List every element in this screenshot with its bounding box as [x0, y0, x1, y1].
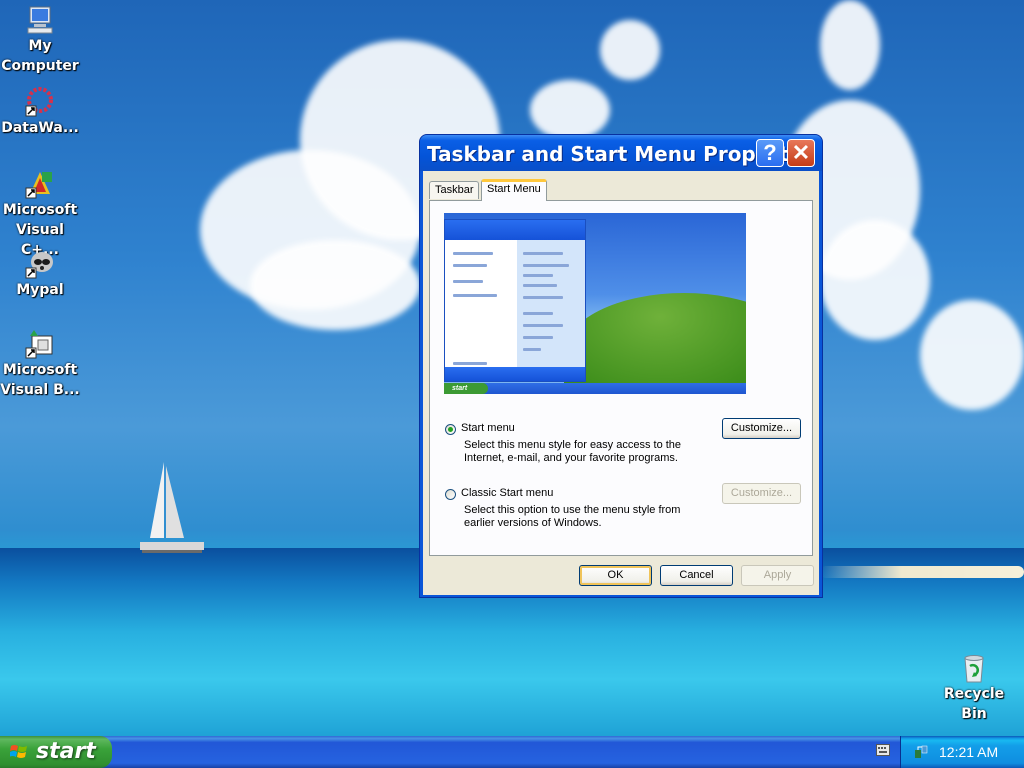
dialog-client-area: Taskbar Start Menu start Start menu Sele…	[423, 171, 819, 595]
desktop-icon-datawa[interactable]: DataWa...	[0, 86, 80, 138]
windows-flag-icon	[10, 745, 27, 758]
customize-start-menu-button[interactable]: Customize...	[722, 418, 801, 439]
computer-icon	[27, 6, 53, 34]
cloud	[600, 20, 660, 80]
desktop-icon-recycle-bin[interactable]: Recycle Bin	[934, 652, 1014, 724]
desktop-icon-label: Mypal	[16, 282, 64, 298]
desktop-icon-visual-cpp[interactable]: Microsoft Visual C+...	[0, 168, 80, 260]
preview-hill	[564, 293, 746, 394]
start-menu-radio[interactable]	[445, 424, 456, 435]
network-tray-icon[interactable]	[913, 744, 929, 760]
start-menu-description: Select this menu style for easy access t…	[464, 439, 682, 464]
start-button[interactable]: start	[0, 736, 112, 768]
horizon-island	[820, 566, 1024, 578]
title-bar[interactable]: Taskbar and Start Menu Propert... ? ✕	[420, 135, 822, 171]
help-icon: ?	[763, 140, 777, 165]
customize-classic-menu-button[interactable]: Customize...	[722, 483, 801, 504]
start-menu-radio-label[interactable]: Start menu	[461, 422, 515, 434]
sailboat-image	[140, 462, 204, 553]
cloud	[530, 80, 610, 140]
classic-start-menu-radio-label[interactable]: Classic Start menu	[461, 487, 553, 499]
preview-taskbar: start	[444, 383, 746, 394]
visual-basic-icon	[25, 330, 53, 359]
datawa-icon	[25, 87, 53, 117]
visual-cpp-icon	[25, 172, 52, 199]
cancel-button[interactable]: Cancel	[660, 565, 733, 586]
desktop-icon-label: My Computer	[1, 38, 79, 74]
taskbar-start-menu-properties-dialog[interactable]: Taskbar and Start Menu Propert... ? ✕ Ta…	[419, 134, 823, 598]
close-button[interactable]: ✕	[787, 139, 815, 167]
desktop-icon-visual-basic[interactable]: Microsoft Visual B...	[0, 328, 80, 400]
mypal-icon	[25, 252, 53, 279]
tab-taskbar[interactable]: Taskbar	[429, 181, 479, 199]
classic-start-menu-description: Select this option to use the menu style…	[464, 504, 681, 529]
start-menu-preview-image: start	[444, 213, 746, 394]
cloud	[250, 240, 420, 330]
system-tray: 12:21 AM	[900, 736, 1024, 768]
help-button[interactable]: ?	[756, 139, 784, 167]
cloud	[820, 220, 930, 340]
desktop-icon-label: DataWa...	[1, 120, 79, 136]
clock[interactable]: 12:21 AM	[939, 744, 998, 760]
start-label: start	[36, 739, 96, 764]
desktop-icon-label: Recycle Bin	[943, 686, 1005, 722]
cloud	[820, 0, 880, 90]
desktop-icon-my-computer[interactable]: My Computer	[0, 4, 80, 76]
recycle-bin-icon	[964, 655, 984, 683]
desktop-icon-label: Microsoft Visual B...	[0, 362, 80, 398]
preview-start-menu	[444, 219, 586, 382]
close-icon: ✕	[791, 140, 811, 165]
cloud	[920, 300, 1024, 410]
window-title: Taskbar and Start Menu Propert...	[427, 142, 812, 166]
keyboard-icon[interactable]	[876, 744, 890, 756]
start-menu-tab-panel: start Start menu Select this menu style …	[429, 200, 813, 556]
classic-start-menu-radio[interactable]	[445, 489, 456, 500]
tab-start-menu[interactable]: Start Menu	[481, 179, 547, 201]
apply-button[interactable]: Apply	[741, 565, 814, 586]
taskbar: start 12:21 AM	[0, 736, 1024, 768]
ok-button[interactable]: OK	[579, 565, 652, 586]
preview-start-button: start	[444, 383, 488, 394]
desktop-icon-mypal[interactable]: Mypal	[0, 248, 80, 300]
